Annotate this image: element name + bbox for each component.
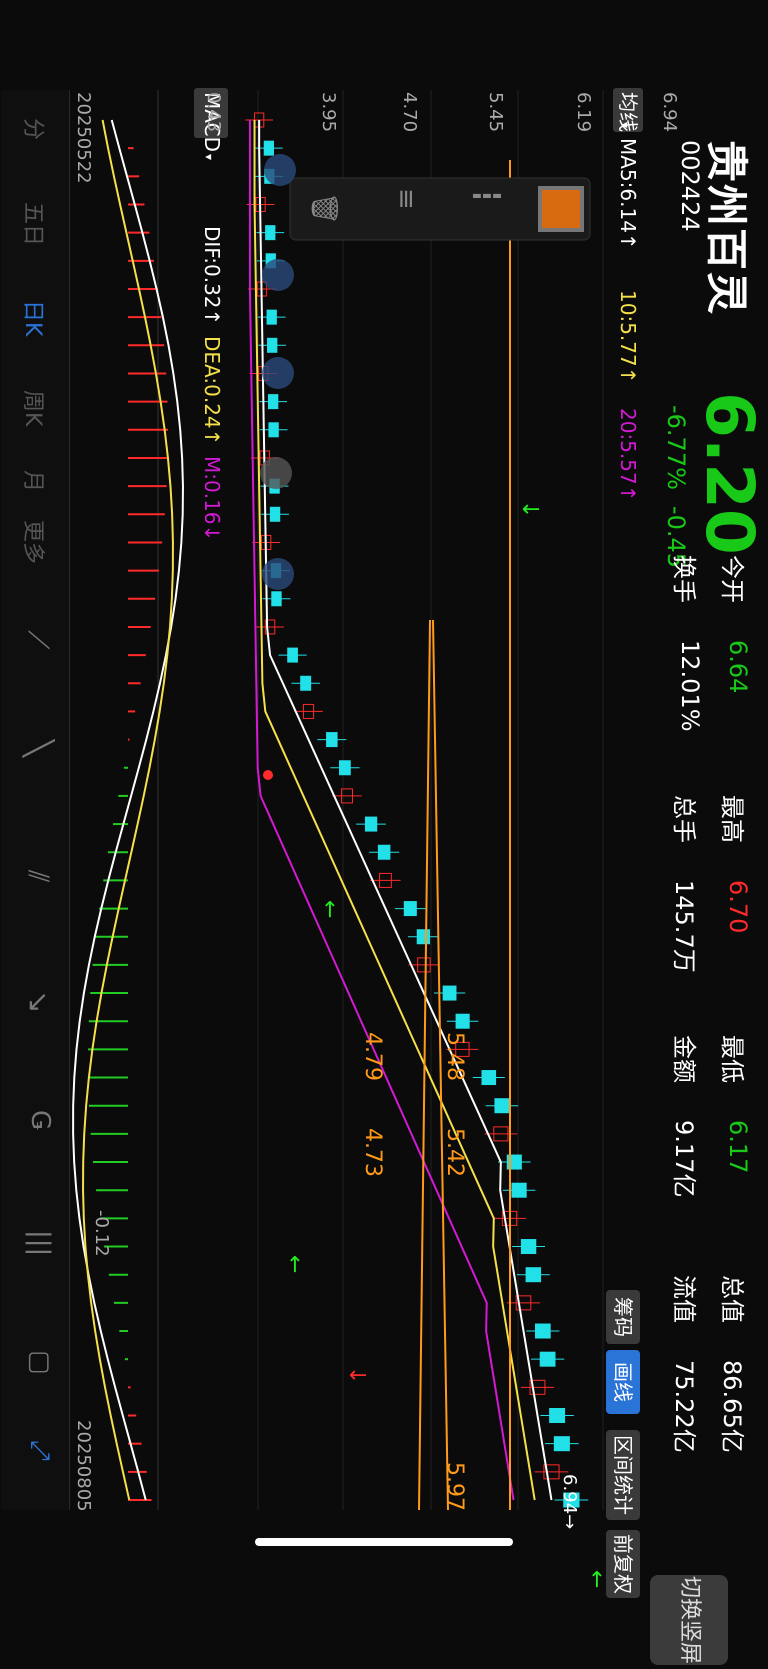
candle-body [455,1013,470,1029]
buy-signal-icon: ← [584,1570,609,1588]
period-five-day[interactable]: 五日 [19,202,51,246]
ma10-line [253,120,536,1501]
candle-body [339,760,351,776]
dea-label: DEA:0.24↑ [200,336,224,445]
fib-tool-icon[interactable]: Ǥ [25,1110,55,1130]
ma5-label: MA5:6.14↑ [616,138,640,250]
home-indicator [255,1538,513,1546]
anchor-handle[interactable] [262,357,294,389]
anchor-handle[interactable] [262,259,294,291]
candle-body [287,647,298,663]
line-style-icon[interactable]: ≡ [391,188,421,210]
annotation-level: 4.73 [360,1128,385,1177]
kline-chart[interactable]: 均线 ▾ MA5:6.14↑ 10:5.77↑ 20:5.57↑ 6.946.1… [0,0,768,1669]
candle-body [271,591,282,607]
price-grid: 6.94 6.19 5.45 4.70 3.95 [157,90,680,1510]
price-axis-label: 4.70 [399,92,420,132]
period-day-k[interactable]: 日K [19,300,51,336]
dif-label: DIF:0.32↑ [200,226,224,325]
sell-signal-icon: ↓ [344,1366,369,1384]
price-axis-label: 5.45 [485,92,506,132]
buy-signal-icon: ← [282,1255,307,1273]
drawn-trend-line[interactable] [418,619,431,1511]
candle-body [326,732,338,748]
rect-tool-icon[interactable]: ▢ [25,1350,55,1375]
buy-signal-icon: ← [317,900,342,918]
trend-line-tool-icon[interactable]: ⟋ [21,630,55,650]
price-axis-label: 6.94 [659,92,680,132]
candle-body [553,1436,570,1452]
candle-body [520,1239,537,1255]
ma10-label: 10:5.77↑ [616,290,640,383]
candle-body [266,309,277,325]
color-swatch-button[interactable] [538,186,584,232]
candle-body [267,394,279,410]
candle-body [267,337,278,353]
dash-style-icon[interactable]: ┇ [471,188,501,204]
bars-tool-icon[interactable]: ||| [25,1230,55,1256]
annotation-level: 4.79 [360,1032,385,1081]
candle-body [539,1351,556,1367]
candle-body [535,1323,551,1339]
anchor-handle[interactable] [260,457,292,489]
candle-body [300,675,312,691]
bottom-toolbar: 分 五日 日K 周K 月 更多 ⟋ ╲ ⫽ ↘ Ǥ ||| ▢ ⤢ [1,90,70,1510]
annotation-high: 6.94→ [559,1474,580,1529]
period-week-k[interactable]: 周K [19,390,51,426]
candle-body [481,1070,497,1086]
candle-body [269,506,281,522]
anchor-handle[interactable] [262,558,294,590]
candle-body [549,1408,566,1424]
delete-icon[interactable]: 🗑 [309,192,339,225]
anchor-handle[interactable] [264,154,296,186]
segment-tool-icon[interactable]: ╲ [22,740,55,757]
ma20-line [248,120,515,1501]
expand-tool-icon[interactable]: ⤢ [24,1440,55,1461]
candle-body [268,422,279,438]
candle-body [511,1182,527,1198]
m-label: M:0.16↓ [200,456,224,541]
annotation-level: 5.97 [442,1462,467,1511]
marker-dot [263,770,273,780]
landscape-stage: 贵州百灵 002424 6.20 -6.77%-0.45 今开 6.64 换手 … [0,0,768,1669]
candle-body [263,140,274,156]
candle-body [442,985,457,1001]
candle-body [377,844,391,860]
dropdown-icon[interactable]: ▾ [202,154,216,160]
candles [245,112,589,1508]
dropdown-icon[interactable]: ▾ [618,122,632,128]
candle-body [265,225,276,241]
candle-body [403,901,417,917]
price-axis-label: 6.19 [573,92,594,132]
ma20-label: 20:5.57↑ [616,408,640,501]
parallel-tool-icon[interactable]: ⫽ [21,870,55,883]
annotation-level: 5.42 [442,1128,467,1177]
candle-body [364,816,378,832]
buy-signal-icon: ↓ [517,500,542,518]
period-minute[interactable]: 分 [19,118,51,140]
ma5-line [258,120,553,1501]
start-date: 20250522 [73,92,94,184]
candle-body [494,1098,510,1114]
period-month[interactable]: 月 [19,470,51,492]
macd-axis-bottom: -0.12 [91,1210,112,1257]
end-date: 20250805 [73,1420,94,1512]
ray-tool-icon[interactable]: ↘ [22,990,55,1013]
macd-axis-top: 0.43 [203,92,224,132]
price-axis-label: 3.95 [318,92,339,132]
candle-body [416,929,431,945]
period-more[interactable]: 更多 [19,520,51,564]
annotation-level: 5.48 [442,1032,467,1081]
candle-body [525,1267,542,1283]
